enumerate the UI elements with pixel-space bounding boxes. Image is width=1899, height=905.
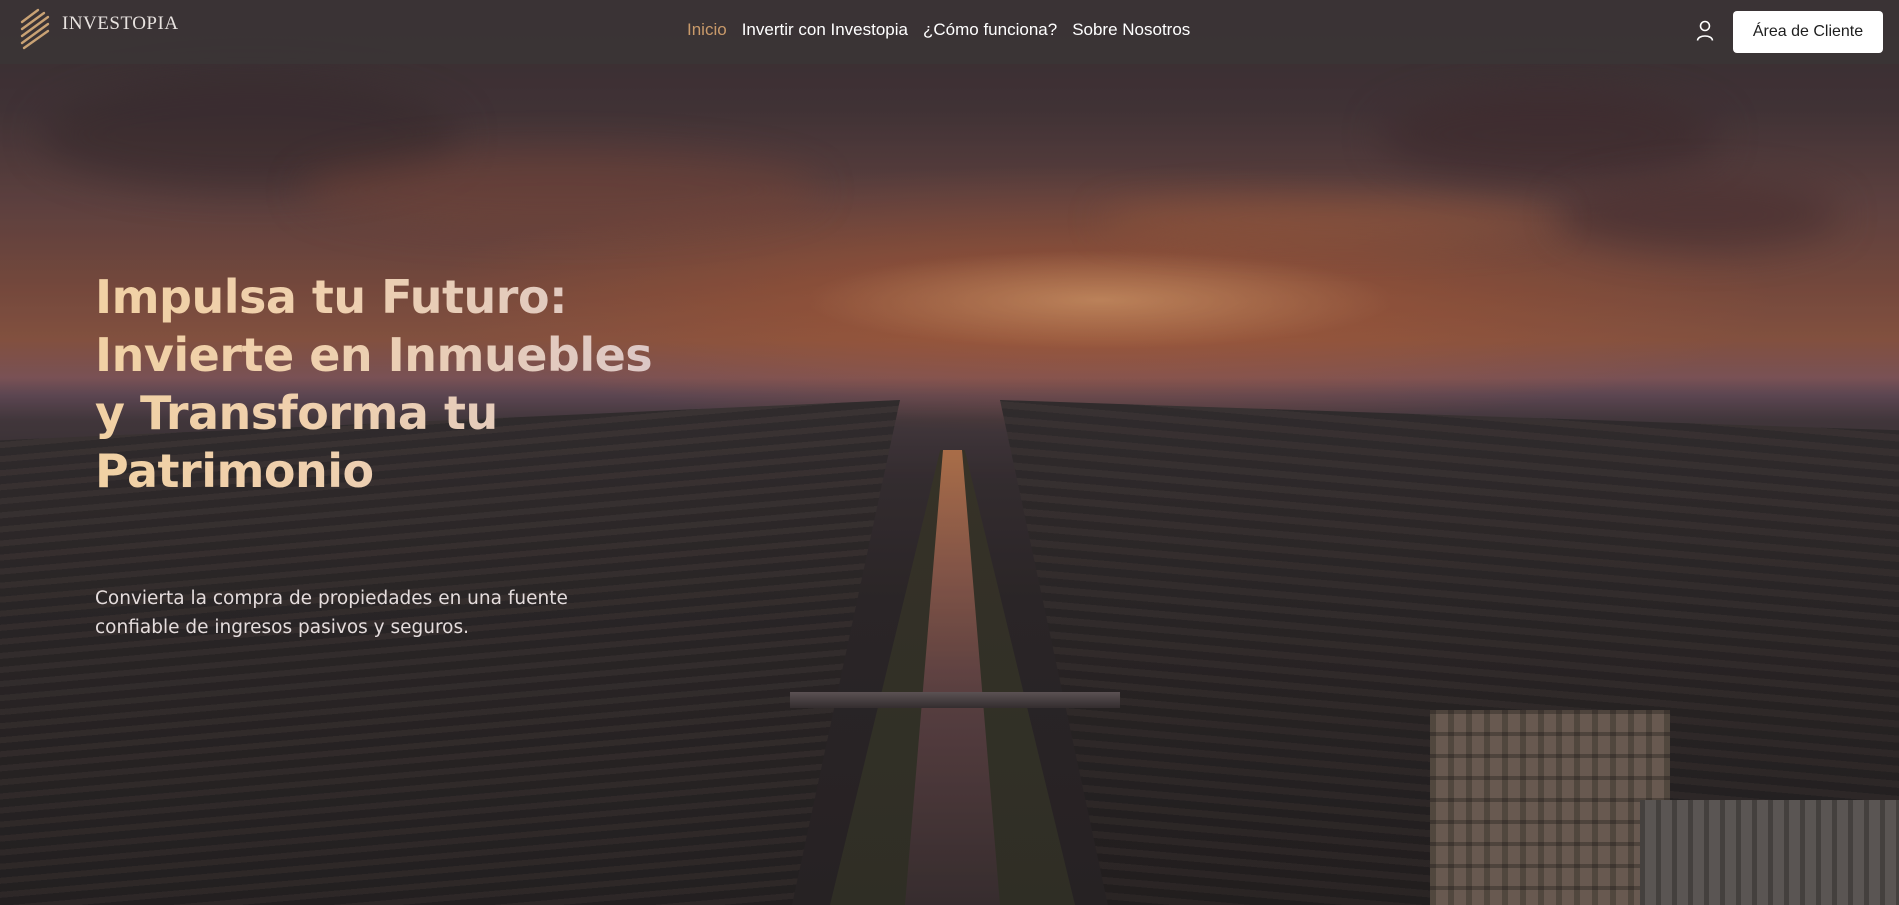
nav-link-invertir[interactable]: Invertir con Investopia (742, 20, 908, 40)
hero-subtitle: Convierta la compra de propiedades en un… (95, 588, 568, 638)
main-nav: Inicio Invertir con Investopia ¿Cómo fun… (687, 20, 1190, 40)
nav-link-como-funciona[interactable]: ¿Cómo funciona? (923, 20, 1057, 40)
hero-title: Impulsa tu Futuro: Invierte en Inmuebles… (95, 268, 655, 500)
nav-link-sobre-nosotros[interactable]: Sobre Nosotros (1072, 20, 1190, 40)
navbar: INVESTOPIA Inicio Invertir con Investopi… (0, 0, 1899, 64)
brand-logo-link[interactable]: INVESTOPIA (20, 8, 179, 50)
nav-link-inicio[interactable]: Inicio (687, 20, 727, 40)
brand-name: INVESTOPIA (62, 13, 179, 34)
user-icon[interactable] (1696, 20, 1714, 42)
client-area-button[interactable]: Área de Cliente (1733, 11, 1883, 53)
hero-section: Impulsa tu Futuro: Invierte en Inmuebles… (0, 0, 1899, 905)
stacked-stripes-logo-icon (20, 8, 50, 50)
